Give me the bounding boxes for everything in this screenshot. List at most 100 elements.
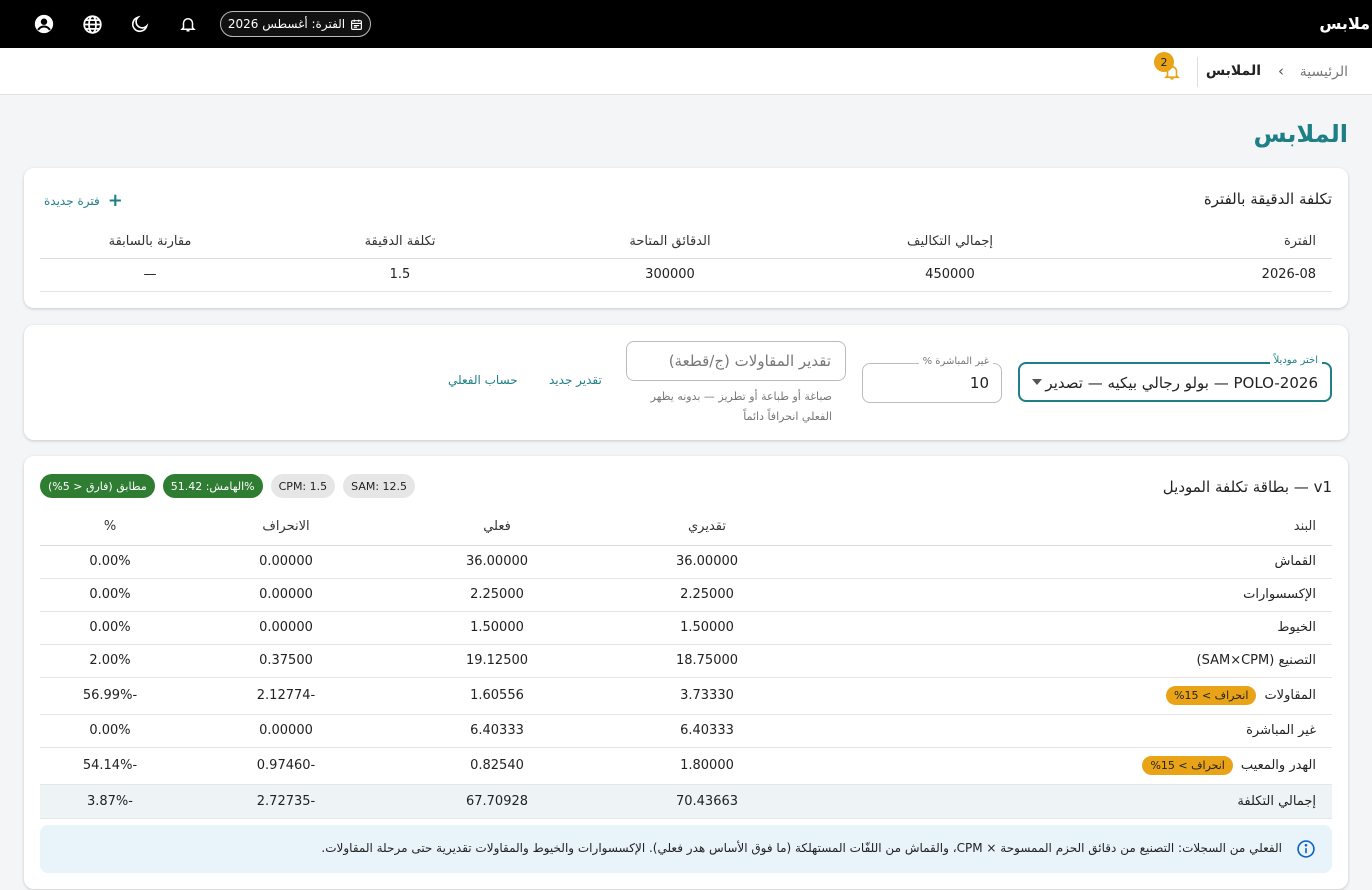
- table-row: المقاولات انحراف > 15% 3.73330 1.60556 -2…: [40, 677, 1332, 715]
- info-icon: [1296, 839, 1316, 859]
- estimated-cell: 70.43663: [602, 784, 812, 819]
- new-period-label: فترة جديدة: [44, 193, 100, 208]
- column-header: الدقائق المتاحة: [540, 225, 800, 259]
- actual-cell: 2.25000: [392, 578, 602, 612]
- table-row: الخيوط 1.50000 1.50000 0.00000 0.00%: [40, 611, 1332, 645]
- summary-chips: مطابق (فارق < 5%) الهامش: 51.42% CPM: 1.…: [40, 474, 416, 498]
- actual-cell: 36.00000: [392, 545, 602, 579]
- moon-icon[interactable]: [128, 12, 152, 36]
- info-alert: الفعلي من السجلات: التصنيع من دقائق الحز…: [40, 825, 1332, 873]
- match-status-chip: مطابق (فارق < 5%): [40, 474, 155, 498]
- calculate-actual-button[interactable]: حساب الفعلي: [448, 373, 518, 387]
- globe-icon[interactable]: [80, 12, 104, 36]
- percent-cell: 0.00%: [40, 611, 180, 645]
- table-header-row: البند تقديري فعلي الانحراف %: [40, 509, 1332, 546]
- table-row: غير المباشرة 6.40333 6.40333 0.00000 0.0…: [40, 714, 1332, 748]
- calendar-icon: [351, 19, 363, 30]
- page-title: الملابس: [1253, 120, 1349, 148]
- notification-count-badge: 2: [1154, 52, 1174, 72]
- percent-cell: 0.00%: [40, 714, 180, 748]
- estimated-cell: 36.00000: [602, 545, 812, 579]
- minute-cost-table: الفترة إجمالي التكاليف الدقائق المتاحة ت…: [40, 225, 1332, 292]
- column-header: الانحراف: [180, 509, 392, 546]
- contract-estimate-input[interactable]: [641, 352, 831, 370]
- column-header: البند: [812, 509, 1332, 546]
- chevron-left-icon: ‹: [1278, 62, 1284, 80]
- model-cost-card: بطاقة تكلفة الموديل — v1 مطابق (فارق < 5…: [24, 456, 1348, 889]
- total-row: إجمالي التكلفة 70.43663 67.70928 -2.7273…: [40, 784, 1332, 819]
- actual-cell: 1.60556: [392, 677, 602, 715]
- deviation-cell: -0.97460: [180, 747, 392, 785]
- table-cell: —: [40, 258, 260, 292]
- deviation-cell: 0.00000: [180, 578, 392, 612]
- bell-icon[interactable]: [176, 12, 200, 36]
- percent-cell: 0.00%: [40, 578, 180, 612]
- dropdown-arrow-icon: [1032, 379, 1042, 385]
- deviation-cell: 0.37500: [180, 644, 392, 678]
- table-row: القماش 36.00000 36.00000 0.00000 0.00%: [40, 545, 1332, 579]
- table-header-row: الفترة إجمالي التكاليف الدقائق المتاحة ت…: [40, 225, 1332, 259]
- card-title: تكلفة الدقيقة بالفترة: [1203, 190, 1332, 208]
- new-estimate-button[interactable]: تقدير جديد: [549, 373, 602, 387]
- estimated-cell: 1.50000: [602, 611, 812, 645]
- model-select-label: اختر موديلاً: [1269, 355, 1322, 366]
- table-row: الهدر والمعيب انحراف > 15% 1.80000 0.8254…: [40, 747, 1332, 785]
- deviation-cell: 0.00000: [180, 611, 392, 645]
- table-cell: 2026-08: [1100, 258, 1332, 292]
- item-cell: الهدر والمعيب انحراف > 15%: [812, 747, 1332, 785]
- estimated-cell: 18.75000: [602, 644, 812, 678]
- overhead-field-label: غير المباشرة %: [918, 356, 993, 367]
- info-text: الفعلي من السجلات: التصنيع من دقائق الحز…: [321, 841, 1282, 855]
- table-cell: 450000: [800, 258, 1100, 292]
- deviation-badge: انحراف > 15%: [1166, 686, 1257, 705]
- actual-cell: 19.12500: [392, 644, 602, 678]
- cpm-chip: CPM: 1.5: [270, 474, 336, 498]
- percent-cell: -54.14%: [40, 747, 180, 785]
- item-cell: إجمالي التكلفة: [812, 784, 1332, 819]
- percent-cell: -56.99%: [40, 677, 180, 715]
- item-cell: الخيوط: [812, 611, 1332, 645]
- breadcrumb-home-link[interactable]: الرئيسية: [1300, 64, 1348, 80]
- actual-cell: 6.40333: [392, 714, 602, 748]
- column-header: الفترة: [1100, 225, 1332, 259]
- divider: [1197, 57, 1198, 87]
- percent-cell: 2.00%: [40, 644, 180, 678]
- app-title: ملابس: [1319, 14, 1370, 33]
- deviation-cell: -2.72735: [180, 784, 392, 819]
- actual-cell: 1.50000: [392, 611, 602, 645]
- item-cell: القماش: [812, 545, 1332, 579]
- breadcrumb-current: الملابس: [1205, 63, 1261, 79]
- actual-cell: 67.70928: [392, 784, 602, 819]
- item-cell: غير المباشرة: [812, 714, 1332, 748]
- deviation-cell: 0.00000: [180, 714, 392, 748]
- overhead-field[interactable]: غير المباشرة %: [862, 356, 1002, 403]
- overhead-input[interactable]: [879, 374, 989, 392]
- item-cell: الإكسسوارات: [812, 578, 1332, 612]
- column-header: تقديري: [602, 509, 812, 546]
- deviation-cell: -2.12774: [180, 677, 392, 715]
- percent-cell: 0.00%: [40, 545, 180, 579]
- new-period-button[interactable]: + فترة جديدة: [44, 190, 123, 211]
- table-cell: 300000: [540, 258, 800, 292]
- contract-estimate-field[interactable]: [626, 341, 846, 381]
- plus-icon: +: [107, 190, 123, 211]
- card-title: بطاقة تكلفة الموديل — v1: [1162, 478, 1332, 496]
- model-select[interactable]: اختر موديلاً POLO-2026 — بولو رجالي بيكي…: [1018, 355, 1332, 402]
- item-label: المقاولات: [1264, 688, 1316, 703]
- table-row: التصنيع (SAM×CPM) 18.75000 19.12500 0.37…: [40, 644, 1332, 678]
- period-selector[interactable]: الفترة: أغسطس 2026: [220, 11, 371, 37]
- sam-chip: SAM: 12.5: [343, 474, 416, 498]
- estimated-cell: 3.73330: [602, 677, 812, 715]
- column-header: مقارنة بالسابقة: [40, 225, 260, 259]
- percent-cell: -3.87%: [40, 784, 180, 819]
- estimated-cell: 6.40333: [602, 714, 812, 748]
- cost-breakdown-table: البند تقديري فعلي الانحراف % القماش 36.0…: [40, 509, 1332, 819]
- deviation-cell: 0.00000: [180, 545, 392, 579]
- table-cell: 1.5: [260, 258, 540, 292]
- deviation-badge: انحراف > 15%: [1142, 756, 1233, 775]
- column-header: %: [40, 509, 180, 546]
- minute-cost-card: تكلفة الدقيقة بالفترة + فترة جديدة الفتر…: [24, 168, 1348, 308]
- table-row: الإكسسوارات 2.25000 2.25000 0.00000 0.00…: [40, 578, 1332, 612]
- account-icon[interactable]: [32, 12, 56, 36]
- item-label: الهدر والمعيب: [1240, 758, 1316, 773]
